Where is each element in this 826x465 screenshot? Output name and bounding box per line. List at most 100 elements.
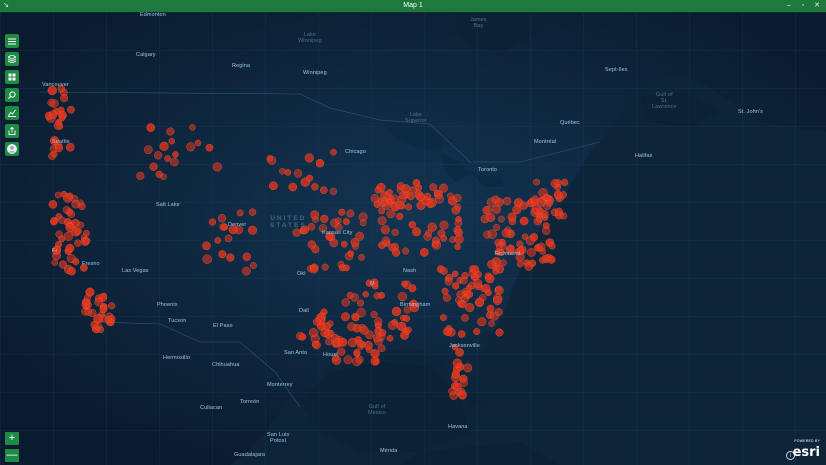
- map-point[interactable]: [388, 243, 397, 252]
- map-point[interactable]: [512, 205, 522, 215]
- map-point[interactable]: [429, 183, 438, 192]
- map-point[interactable]: [186, 142, 196, 152]
- map-point[interactable]: [543, 194, 551, 201]
- map-point[interactable]: [403, 315, 411, 322]
- map-point[interactable]: [136, 171, 145, 180]
- map-point[interactable]: [527, 248, 536, 257]
- layers-button[interactable]: [5, 52, 19, 66]
- map-point[interactable]: [189, 124, 196, 131]
- map-point[interactable]: [202, 254, 212, 264]
- map-point[interactable]: [154, 151, 163, 160]
- map-point[interactable]: [149, 162, 158, 171]
- map-point[interactable]: [531, 195, 540, 204]
- map-point[interactable]: [501, 228, 511, 238]
- map-point[interactable]: [401, 280, 408, 288]
- map-point[interactable]: [343, 264, 350, 272]
- map-point[interactable]: [49, 110, 58, 119]
- map-point[interactable]: [417, 194, 425, 202]
- map-point[interactable]: [67, 105, 75, 114]
- map-point[interactable]: [208, 218, 216, 226]
- map-point[interactable]: [440, 314, 447, 321]
- map-point[interactable]: [491, 195, 500, 204]
- map-point[interactable]: [533, 178, 540, 186]
- maximize-icon[interactable]: ▫: [798, 0, 808, 12]
- map-point[interactable]: [144, 145, 153, 154]
- map-point[interactable]: [381, 199, 388, 207]
- map-point[interactable]: [482, 206, 491, 215]
- map-point[interactable]: [482, 284, 491, 293]
- map-point[interactable]: [454, 234, 464, 244]
- map-point[interactable]: [486, 304, 495, 313]
- map-point[interactable]: [560, 212, 568, 220]
- map-point[interactable]: [299, 333, 307, 341]
- map-point[interactable]: [226, 253, 235, 262]
- map-point[interactable]: [412, 179, 421, 187]
- map-point[interactable]: [160, 173, 167, 181]
- map-point[interactable]: [65, 223, 75, 232]
- map-point[interactable]: [338, 337, 348, 347]
- map-point[interactable]: [374, 317, 383, 326]
- restore-icon[interactable]: –: [784, 0, 794, 12]
- map-point[interactable]: [473, 278, 483, 288]
- map-point[interactable]: [90, 320, 99, 329]
- basemap-button[interactable]: [5, 70, 19, 84]
- map-point[interactable]: [341, 312, 350, 322]
- map-point[interactable]: [217, 214, 227, 223]
- map-point[interactable]: [67, 210, 75, 218]
- map-point[interactable]: [308, 328, 319, 338]
- map-point[interactable]: [377, 216, 387, 226]
- map-point[interactable]: [443, 327, 452, 336]
- map-point[interactable]: [559, 191, 567, 199]
- map-point[interactable]: [341, 240, 348, 248]
- map-point[interactable]: [63, 231, 73, 241]
- map-point[interactable]: [461, 294, 469, 303]
- map-point[interactable]: [461, 314, 469, 322]
- map-point[interactable]: [447, 192, 454, 200]
- map-point[interactable]: [60, 190, 68, 198]
- map-point[interactable]: [293, 169, 303, 178]
- map-point[interactable]: [50, 99, 59, 108]
- map-point[interactable]: [320, 186, 328, 194]
- map-point[interactable]: [85, 301, 92, 309]
- map-point[interactable]: [455, 348, 464, 357]
- map-point[interactable]: [452, 282, 460, 290]
- map-point[interactable]: [439, 183, 448, 193]
- map-point[interactable]: [498, 215, 505, 223]
- map-point[interactable]: [453, 193, 462, 202]
- map-point[interactable]: [359, 325, 369, 335]
- map-point[interactable]: [377, 344, 386, 353]
- map-point[interactable]: [536, 207, 544, 215]
- map-point[interactable]: [166, 127, 175, 136]
- map-point[interactable]: [58, 260, 68, 269]
- map-point[interactable]: [248, 225, 257, 235]
- map-point[interactable]: [288, 182, 298, 192]
- map-point[interactable]: [94, 297, 104, 307]
- map-point[interactable]: [536, 215, 543, 223]
- map-point[interactable]: [54, 144, 64, 153]
- esri-attribution[interactable]: POWERED BY esri: [793, 439, 820, 461]
- map-point[interactable]: [97, 326, 105, 333]
- map-point[interactable]: [362, 291, 369, 298]
- map-point[interactable]: [346, 291, 354, 299]
- map-point[interactable]: [74, 239, 82, 247]
- map-point[interactable]: [218, 250, 227, 259]
- map-point[interactable]: [224, 234, 233, 243]
- map-point[interactable]: [99, 305, 108, 314]
- map-point[interactable]: [60, 94, 69, 103]
- map-point[interactable]: [292, 228, 301, 237]
- map-point[interactable]: [386, 189, 393, 196]
- map-point[interactable]: [374, 186, 382, 194]
- map-point[interactable]: [439, 220, 449, 230]
- map-point[interactable]: [310, 265, 318, 274]
- map-point[interactable]: [205, 143, 214, 152]
- map-point[interactable]: [342, 218, 350, 225]
- map-point[interactable]: [78, 202, 86, 210]
- map-point[interactable]: [493, 223, 501, 231]
- map-point[interactable]: [249, 262, 257, 270]
- map-point[interactable]: [452, 382, 462, 392]
- map-point[interactable]: [380, 191, 387, 199]
- map-point[interactable]: [77, 221, 85, 229]
- map-point[interactable]: [477, 317, 487, 327]
- map-point[interactable]: [311, 341, 319, 348]
- map-point[interactable]: [451, 270, 459, 278]
